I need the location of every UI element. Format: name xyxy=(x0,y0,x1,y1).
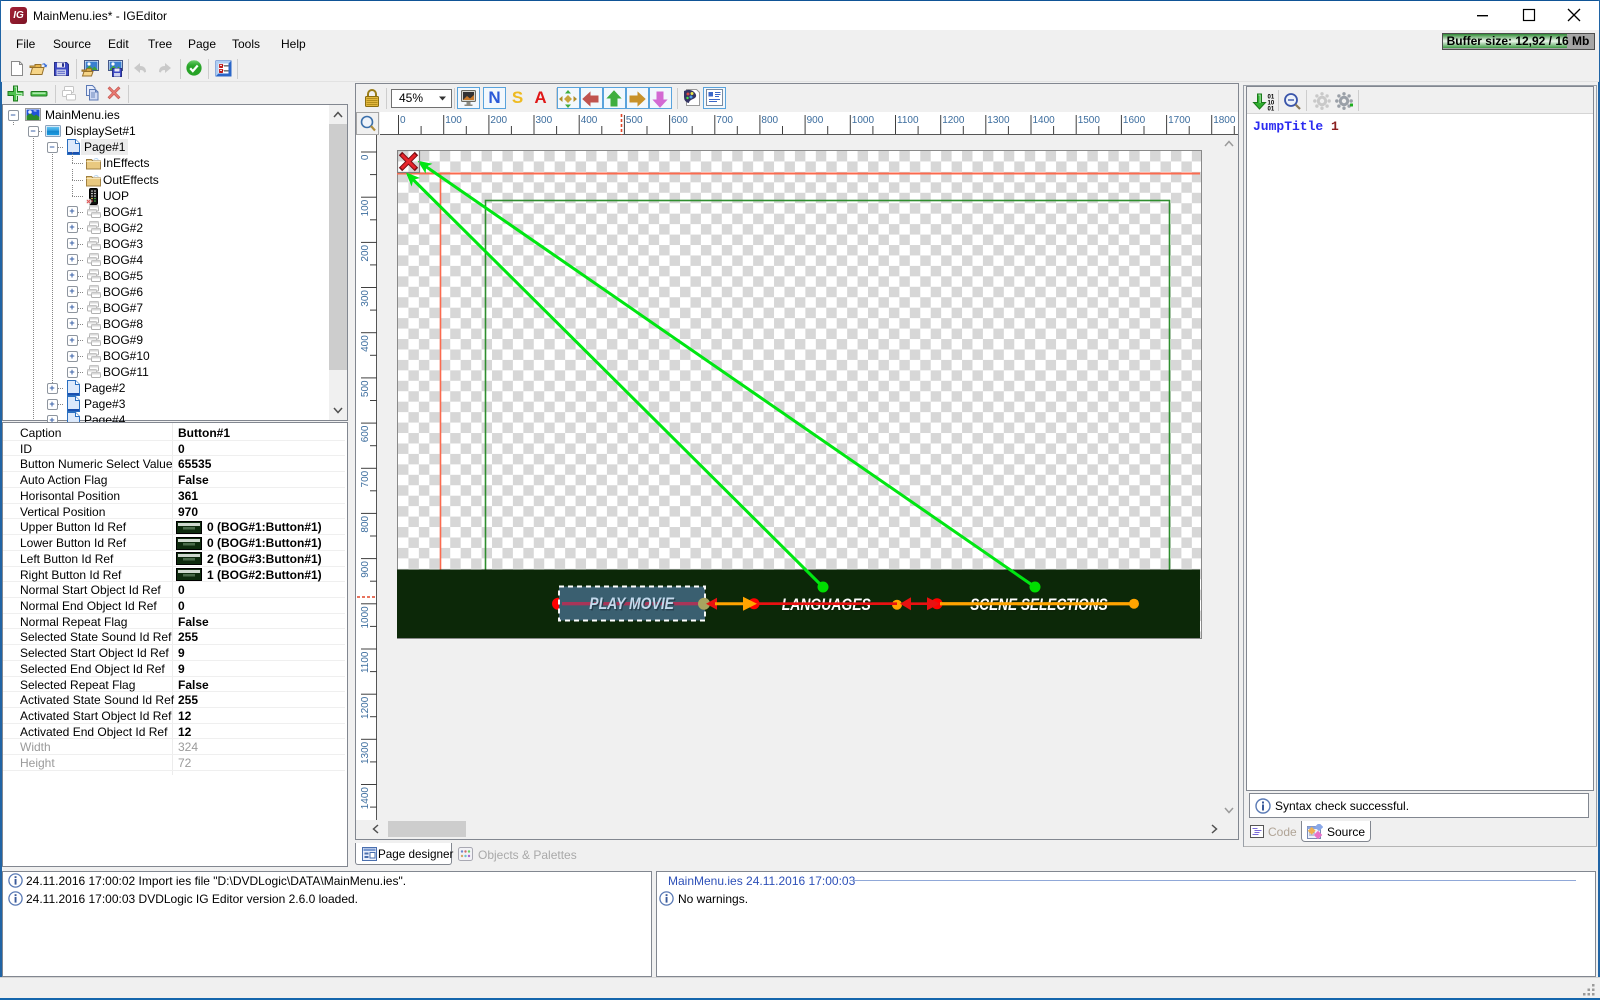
svg-text:200: 200 xyxy=(360,244,371,261)
svg-text:400: 400 xyxy=(581,115,598,126)
svg-text:1300: 1300 xyxy=(987,115,1010,126)
svg-text:1100: 1100 xyxy=(360,651,371,673)
svg-text:900: 900 xyxy=(807,115,824,126)
svg-text:100: 100 xyxy=(445,115,462,126)
svg-text:0: 0 xyxy=(360,154,371,160)
svg-text:1200: 1200 xyxy=(942,115,965,126)
svg-text:700: 700 xyxy=(360,470,371,487)
svg-text:1400: 1400 xyxy=(1033,115,1056,126)
svg-text:300: 300 xyxy=(536,115,553,126)
svg-text:200: 200 xyxy=(490,115,507,126)
svg-text:500: 500 xyxy=(626,115,643,126)
svg-text:1100: 1100 xyxy=(897,115,919,126)
svg-text:300: 300 xyxy=(360,290,371,307)
svg-text:1300: 1300 xyxy=(360,741,371,764)
svg-text:1400: 1400 xyxy=(360,787,371,810)
svg-text:0: 0 xyxy=(400,115,406,126)
svg-text:1000: 1000 xyxy=(360,606,371,629)
svg-text:600: 600 xyxy=(360,425,371,442)
svg-text:800: 800 xyxy=(761,115,778,126)
svg-text:600: 600 xyxy=(671,115,688,126)
svg-text:1800: 1800 xyxy=(1213,115,1236,126)
svg-text:1000: 1000 xyxy=(852,115,875,126)
svg-text:1600: 1600 xyxy=(1123,115,1146,126)
svg-text:1700: 1700 xyxy=(1168,115,1191,126)
svg-text:400: 400 xyxy=(360,335,371,352)
svg-text:1500: 1500 xyxy=(1078,115,1101,126)
svg-text:100: 100 xyxy=(360,199,371,216)
svg-text:500: 500 xyxy=(360,380,371,397)
svg-text:700: 700 xyxy=(716,115,733,126)
svg-text:800: 800 xyxy=(360,515,371,532)
svg-text:1200: 1200 xyxy=(360,696,371,719)
svg-text:900: 900 xyxy=(360,561,371,578)
svg-text:01: 01 xyxy=(1268,107,1275,112)
